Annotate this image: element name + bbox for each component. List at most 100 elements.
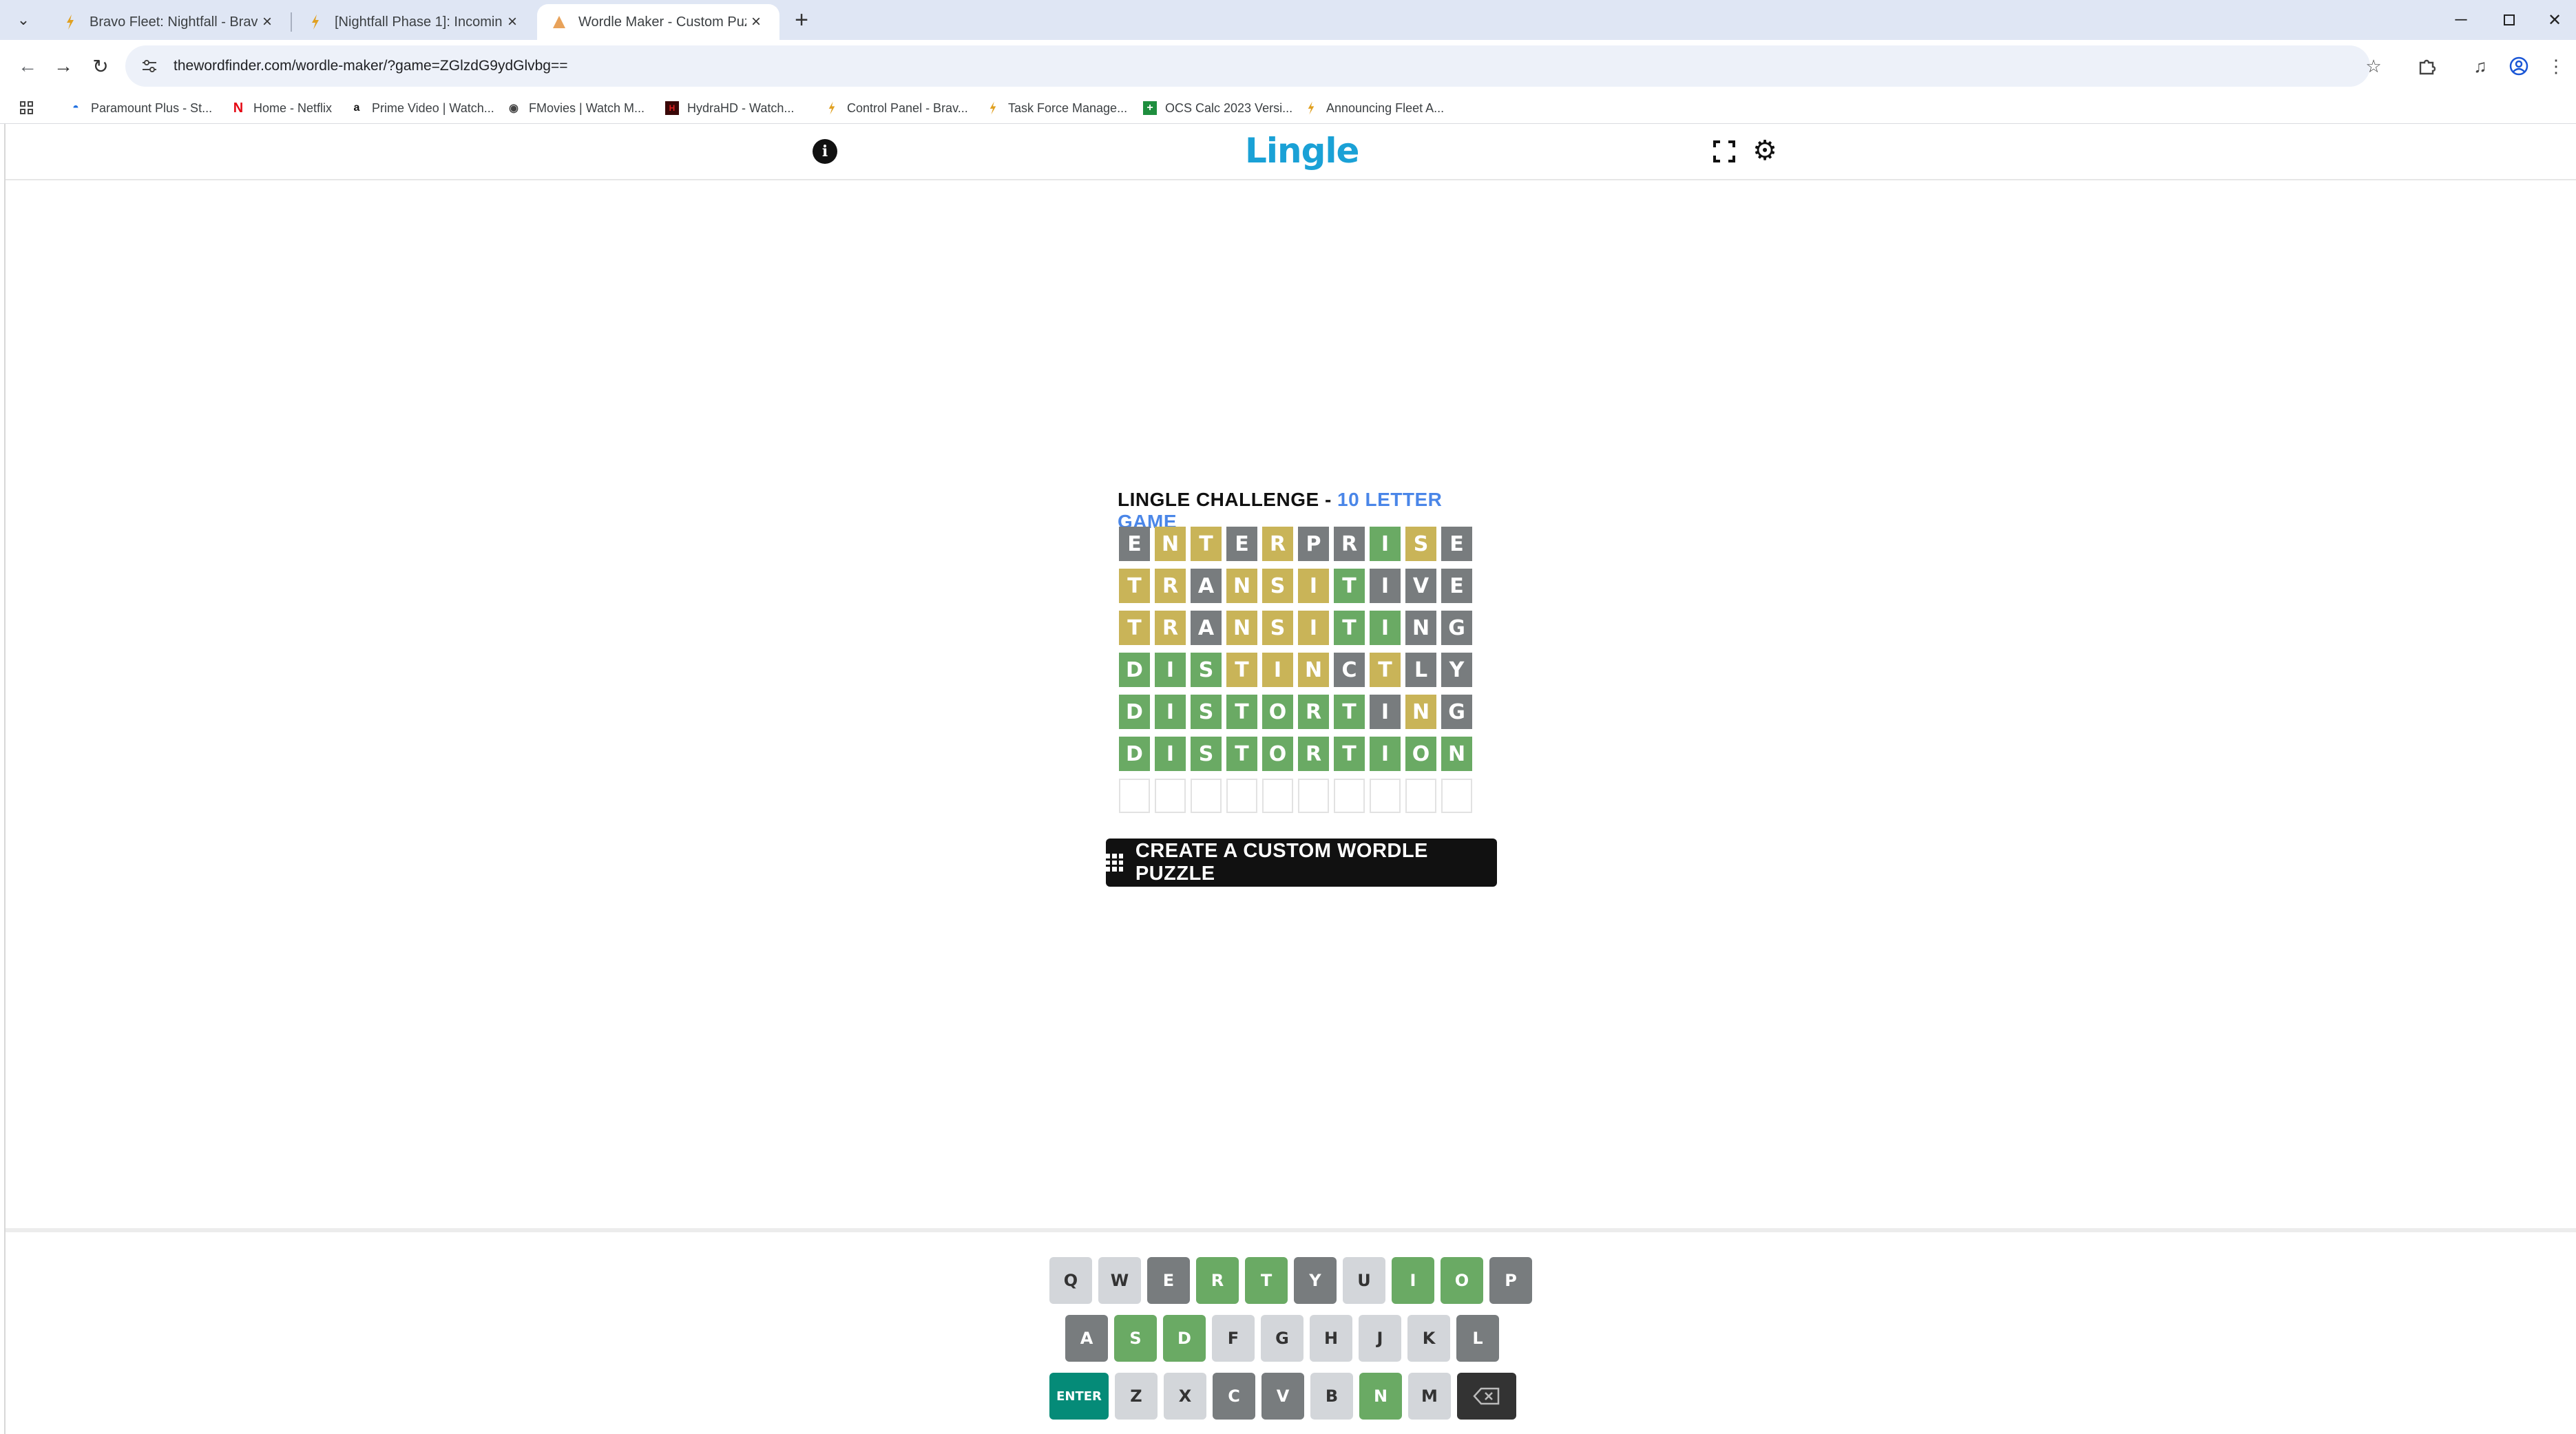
create-puzzle-button[interactable]: CREATE A CUSTOM WORDLE PUZZLE: [1106, 839, 1497, 887]
forward-icon[interactable]: →: [48, 51, 78, 81]
bookmark-paramount[interactable]: ◓ Paramount Plus - St...: [69, 98, 212, 118]
tab-title: [Nightfall Phase 1]: Incoming Tr: [335, 14, 503, 30]
key-c[interactable]: C: [1213, 1373, 1255, 1420]
bookmark-label: Prime Video | Watch...: [372, 101, 494, 115]
close-tab-icon[interactable]: ×: [503, 12, 522, 32]
address-bar[interactable]: thewordfinder.com/wordle-maker/?game=ZGl…: [125, 45, 2370, 87]
extensions-icon[interactable]: [2413, 52, 2440, 80]
key-e[interactable]: E: [1147, 1257, 1190, 1304]
bookmark-announcing-fleet[interactable]: Announcing Fleet A...: [1304, 98, 1444, 118]
key-m[interactable]: M: [1408, 1373, 1451, 1420]
keyboard-row-3: ENTER Z X C V B N M: [1049, 1373, 1522, 1420]
guess-row: ENTERPRISE: [1119, 527, 1477, 569]
letter-tile: I: [1370, 527, 1401, 561]
backspace-key[interactable]: [1457, 1373, 1516, 1420]
key-g[interactable]: G: [1261, 1315, 1303, 1362]
key-a[interactable]: A: [1065, 1315, 1108, 1362]
key-p[interactable]: P: [1489, 1257, 1532, 1304]
hydrahd-icon: H: [665, 101, 679, 115]
minimize-icon[interactable]: ─: [2440, 7, 2482, 33]
bookmark-star-icon[interactable]: ☆: [2360, 52, 2387, 80]
letter-tile: I: [1155, 653, 1186, 687]
new-tab-button[interactable]: +: [789, 8, 814, 33]
bookmark-label: Task Force Manage...: [1008, 101, 1128, 115]
letter-tile: L: [1405, 653, 1436, 687]
reload-icon[interactable]: ↻: [85, 51, 116, 81]
guess-grid: ENTERPRISETRANSITIVETRANSITINGDISTINCTLY…: [1119, 527, 1477, 821]
letter-tile: O: [1405, 737, 1436, 771]
browser-toolbar: ← → ↻ thewordfinder.com/wordle-maker/?ga…: [0, 40, 2576, 92]
guess-row: DISTORTING: [1119, 695, 1477, 737]
kebab-menu-icon[interactable]: ⋮: [2542, 52, 2570, 80]
profile-icon[interactable]: [2505, 52, 2533, 80]
keyboard: QWERTYUIOP ASDFGHJKL ENTER Z X C V B N M: [6, 1228, 2576, 1434]
guess-row: DISTORTION: [1119, 737, 1477, 779]
close-window-icon[interactable]: ✕: [2534, 7, 2575, 33]
bookmark-prime-video[interactable]: a Prime Video | Watch...: [350, 98, 494, 118]
key-u[interactable]: U: [1343, 1257, 1385, 1304]
key-s[interactable]: S: [1114, 1315, 1157, 1362]
key-l[interactable]: L: [1456, 1315, 1499, 1362]
enter-key[interactable]: ENTER: [1049, 1373, 1109, 1420]
tab-nightfall-phase[interactable]: [Nightfall Phase 1]: Incoming Tr ×: [293, 4, 536, 40]
key-o[interactable]: O: [1441, 1257, 1483, 1304]
fullscreen-icon[interactable]: [1712, 139, 1737, 164]
bookmark-label: OCS Calc 2023 Versi...: [1165, 101, 1293, 115]
key-i[interactable]: I: [1392, 1257, 1434, 1304]
key-x[interactable]: X: [1164, 1373, 1206, 1420]
close-tab-icon[interactable]: ×: [746, 12, 766, 32]
key-f[interactable]: F: [1212, 1315, 1255, 1362]
letter-tile: I: [1262, 653, 1293, 687]
bookmark-label: Announcing Fleet A...: [1326, 101, 1445, 115]
letter-tile: [1155, 779, 1186, 813]
info-icon[interactable]: i: [813, 139, 837, 164]
key-y[interactable]: Y: [1294, 1257, 1337, 1304]
letter-tile: S: [1262, 611, 1293, 645]
tab-bravo-fleet[interactable]: Bravo Fleet: Nightfall - Bravo Fl ×: [48, 4, 291, 40]
key-r[interactable]: R: [1196, 1257, 1239, 1304]
letter-tile: I: [1298, 611, 1329, 645]
letter-tile: V: [1405, 569, 1436, 603]
key-t[interactable]: T: [1245, 1257, 1288, 1304]
key-v[interactable]: V: [1261, 1373, 1304, 1420]
maximize-icon[interactable]: [2489, 7, 2530, 33]
letter-tile: O: [1262, 737, 1293, 771]
key-n[interactable]: N: [1359, 1373, 1402, 1420]
tab-wordle-maker[interactable]: Wordle Maker - Custom Puzzle ×: [537, 4, 779, 40]
amazon-icon: a: [353, 102, 360, 114]
close-tab-icon[interactable]: ×: [258, 12, 277, 32]
apps-icon[interactable]: [19, 98, 34, 118]
key-d[interactable]: D: [1163, 1315, 1206, 1362]
bookmark-fmovies[interactable]: ◉ FMovies | Watch M...: [507, 98, 645, 118]
letter-tile: Y: [1441, 653, 1472, 687]
letter-tile: [1405, 779, 1436, 813]
bravo-fleet-icon: [825, 101, 839, 115]
key-b[interactable]: B: [1310, 1373, 1353, 1420]
url-text: thewordfinder.com/wordle-maker/?game=ZGl…: [174, 58, 568, 74]
key-k[interactable]: K: [1407, 1315, 1450, 1362]
letter-tile: [1262, 779, 1293, 813]
letter-tile: I: [1370, 611, 1401, 645]
letter-tile: E: [1226, 527, 1257, 561]
bookmark-task-force[interactable]: Task Force Manage...: [986, 98, 1127, 118]
media-control-icon[interactable]: ♫: [2467, 52, 2494, 80]
key-z[interactable]: Z: [1115, 1373, 1158, 1420]
key-h[interactable]: H: [1310, 1315, 1352, 1362]
key-j[interactable]: J: [1359, 1315, 1401, 1362]
letter-tile: D: [1119, 737, 1150, 771]
letter-tile: I: [1155, 695, 1186, 729]
tab-search-button[interactable]: ⌄: [10, 7, 37, 33]
letter-tile: G: [1441, 695, 1472, 729]
gear-icon[interactable]: ⚙: [1750, 136, 1779, 165]
site-info-icon[interactable]: [139, 56, 160, 76]
key-w[interactable]: W: [1098, 1257, 1141, 1304]
bookmark-control-panel[interactable]: Control Panel - Brav...: [825, 98, 968, 118]
back-icon[interactable]: ←: [12, 51, 43, 81]
key-q[interactable]: Q: [1049, 1257, 1092, 1304]
lingle-logo[interactable]: Lingle: [1245, 131, 1359, 171]
bookmark-netflix[interactable]: N Home - Netflix: [231, 98, 332, 118]
letter-tile: T: [1334, 569, 1365, 603]
bookmark-ocs-calc[interactable]: + OCS Calc 2023 Versi...: [1143, 98, 1292, 118]
bookmark-hydrahd[interactable]: H HydraHD - Watch...: [665, 98, 794, 118]
letter-tile: T: [1119, 569, 1150, 603]
